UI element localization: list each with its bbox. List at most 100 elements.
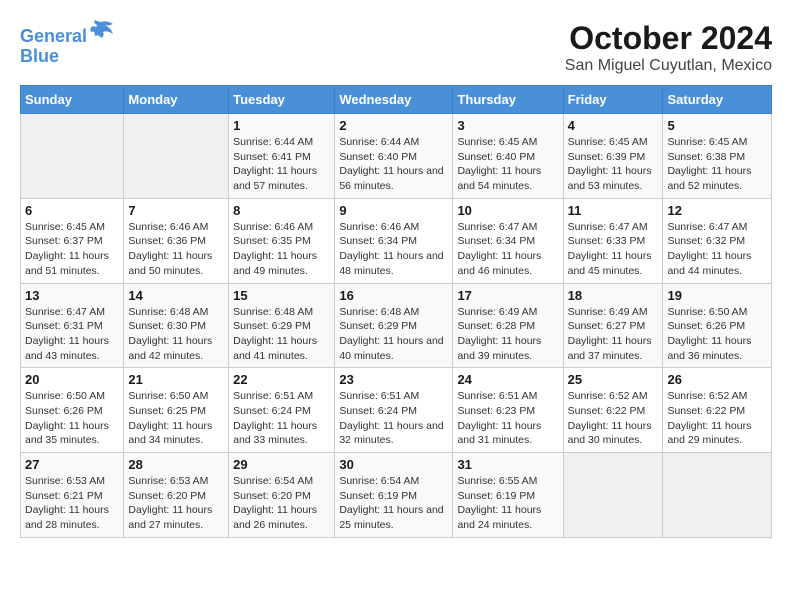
sunrise: Sunrise: 6:45 AM [457,136,537,148]
day-info: Sunrise: 6:55 AM Sunset: 6:19 PM Dayligh… [457,474,558,533]
day-number: 16 [339,288,448,303]
daylight: Daylight: 11 hours and 37 minutes. [568,335,652,362]
weekday-header-row: SundayMondayTuesdayWednesdayThursdayFrid… [21,86,772,114]
calendar-cell: 18 Sunrise: 6:49 AM Sunset: 6:27 PM Dayl… [563,283,663,368]
sunrise: Sunrise: 6:50 AM [128,390,208,402]
daylight: Daylight: 11 hours and 31 minutes. [457,420,541,447]
sunset: Sunset: 6:40 PM [457,151,535,163]
calendar-cell: 28 Sunrise: 6:53 AM Sunset: 6:20 PM Dayl… [124,453,229,538]
daylight: Daylight: 11 hours and 52 minutes. [667,165,751,192]
daylight: Daylight: 11 hours and 24 minutes. [457,504,541,531]
sunset: Sunset: 6:31 PM [25,320,103,332]
calendar-cell: 24 Sunrise: 6:51 AM Sunset: 6:23 PM Dayl… [453,368,563,453]
calendar-cell: 23 Sunrise: 6:51 AM Sunset: 6:24 PM Dayl… [335,368,453,453]
sunrise: Sunrise: 6:52 AM [568,390,648,402]
day-number: 13 [25,288,119,303]
day-number: 24 [457,372,558,387]
calendar-cell: 6 Sunrise: 6:45 AM Sunset: 6:37 PM Dayli… [21,198,124,283]
calendar-week-row: 1 Sunrise: 6:44 AM Sunset: 6:41 PM Dayli… [21,114,772,199]
sunrise: Sunrise: 6:47 AM [25,306,105,318]
day-info: Sunrise: 6:46 AM Sunset: 6:34 PM Dayligh… [339,220,448,279]
day-number: 4 [568,118,659,133]
daylight: Daylight: 11 hours and 44 minutes. [667,250,751,277]
day-number: 7 [128,203,224,218]
sunrise: Sunrise: 6:44 AM [233,136,313,148]
sunset: Sunset: 6:29 PM [233,320,311,332]
sunset: Sunset: 6:21 PM [25,490,103,502]
daylight: Daylight: 11 hours and 51 minutes. [25,250,109,277]
sunrise: Sunrise: 6:54 AM [233,475,313,487]
sunset: Sunset: 6:22 PM [667,405,745,417]
page-header: General Blue October 2024 San Miguel Cuy… [20,20,772,75]
calendar-cell: 29 Sunrise: 6:54 AM Sunset: 6:20 PM Dayl… [229,453,335,538]
daylight: Daylight: 11 hours and 48 minutes. [339,250,443,277]
day-number: 10 [457,203,558,218]
logo-bird-icon [87,20,115,42]
sunrise: Sunrise: 6:49 AM [568,306,648,318]
sunrise: Sunrise: 6:52 AM [667,390,747,402]
calendar-cell: 10 Sunrise: 6:47 AM Sunset: 6:34 PM Dayl… [453,198,563,283]
day-number: 28 [128,457,224,472]
daylight: Daylight: 11 hours and 41 minutes. [233,335,317,362]
calendar-cell [21,114,124,199]
day-info: Sunrise: 6:52 AM Sunset: 6:22 PM Dayligh… [667,389,767,448]
weekday-header: Thursday [453,86,563,114]
day-number: 26 [667,372,767,387]
day-info: Sunrise: 6:50 AM Sunset: 6:26 PM Dayligh… [25,389,119,448]
sunrise: Sunrise: 6:53 AM [25,475,105,487]
day-info: Sunrise: 6:51 AM Sunset: 6:24 PM Dayligh… [233,389,330,448]
calendar-cell: 20 Sunrise: 6:50 AM Sunset: 6:26 PM Dayl… [21,368,124,453]
sunrise: Sunrise: 6:49 AM [457,306,537,318]
calendar-cell: 26 Sunrise: 6:52 AM Sunset: 6:22 PM Dayl… [663,368,772,453]
daylight: Daylight: 11 hours and 30 minutes. [568,420,652,447]
sunset: Sunset: 6:23 PM [457,405,535,417]
sunrise: Sunrise: 6:48 AM [233,306,313,318]
day-info: Sunrise: 6:52 AM Sunset: 6:22 PM Dayligh… [568,389,659,448]
sunrise: Sunrise: 6:48 AM [128,306,208,318]
sunrise: Sunrise: 6:44 AM [339,136,419,148]
sunrise: Sunrise: 6:53 AM [128,475,208,487]
sunrise: Sunrise: 6:46 AM [233,221,313,233]
weekday-header: Sunday [21,86,124,114]
day-info: Sunrise: 6:51 AM Sunset: 6:23 PM Dayligh… [457,389,558,448]
day-info: Sunrise: 6:47 AM Sunset: 6:32 PM Dayligh… [667,220,767,279]
sunset: Sunset: 6:24 PM [339,405,417,417]
daylight: Daylight: 11 hours and 50 minutes. [128,250,212,277]
day-number: 11 [568,203,659,218]
sunset: Sunset: 6:39 PM [568,151,646,163]
sunset: Sunset: 6:34 PM [339,235,417,247]
day-number: 2 [339,118,448,133]
day-info: Sunrise: 6:50 AM Sunset: 6:26 PM Dayligh… [667,305,767,364]
calendar-cell: 25 Sunrise: 6:52 AM Sunset: 6:22 PM Dayl… [563,368,663,453]
logo-text: General Blue [20,20,115,67]
calendar-cell: 30 Sunrise: 6:54 AM Sunset: 6:19 PM Dayl… [335,453,453,538]
day-info: Sunrise: 6:45 AM Sunset: 6:40 PM Dayligh… [457,135,558,194]
sunrise: Sunrise: 6:45 AM [25,221,105,233]
sunrise: Sunrise: 6:46 AM [339,221,419,233]
calendar-cell: 11 Sunrise: 6:47 AM Sunset: 6:33 PM Dayl… [563,198,663,283]
daylight: Daylight: 11 hours and 26 minutes. [233,504,317,531]
day-number: 5 [667,118,767,133]
calendar-cell: 16 Sunrise: 6:48 AM Sunset: 6:29 PM Dayl… [335,283,453,368]
day-info: Sunrise: 6:51 AM Sunset: 6:24 PM Dayligh… [339,389,448,448]
day-info: Sunrise: 6:54 AM Sunset: 6:19 PM Dayligh… [339,474,448,533]
calendar-cell [124,114,229,199]
weekday-header: Friday [563,86,663,114]
day-info: Sunrise: 6:53 AM Sunset: 6:20 PM Dayligh… [128,474,224,533]
day-number: 21 [128,372,224,387]
daylight: Daylight: 11 hours and 35 minutes. [25,420,109,447]
day-info: Sunrise: 6:48 AM Sunset: 6:29 PM Dayligh… [339,305,448,364]
calendar-cell: 4 Sunrise: 6:45 AM Sunset: 6:39 PM Dayli… [563,114,663,199]
day-number: 19 [667,288,767,303]
sunset: Sunset: 6:35 PM [233,235,311,247]
daylight: Daylight: 11 hours and 32 minutes. [339,420,443,447]
sunset: Sunset: 6:22 PM [568,405,646,417]
calendar-cell: 1 Sunrise: 6:44 AM Sunset: 6:41 PM Dayli… [229,114,335,199]
day-info: Sunrise: 6:48 AM Sunset: 6:30 PM Dayligh… [128,305,224,364]
calendar-subtitle: San Miguel Cuyutlan, Mexico [565,57,772,75]
daylight: Daylight: 11 hours and 57 minutes. [233,165,317,192]
calendar-cell: 27 Sunrise: 6:53 AM Sunset: 6:21 PM Dayl… [21,453,124,538]
sunset: Sunset: 6:25 PM [128,405,206,417]
sunrise: Sunrise: 6:47 AM [457,221,537,233]
day-number: 22 [233,372,330,387]
